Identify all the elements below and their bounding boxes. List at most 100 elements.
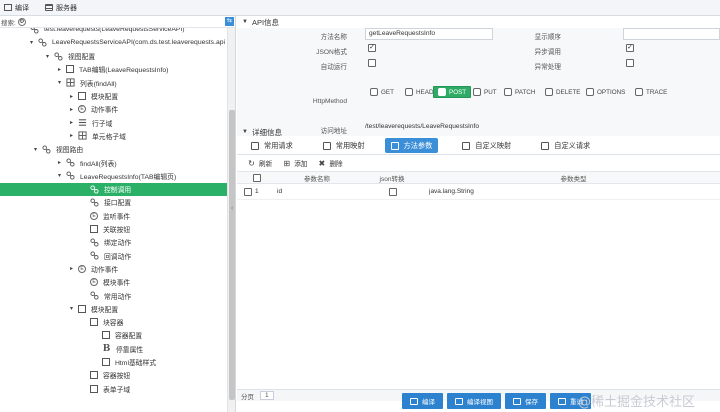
tab-label: 常用映射 — [335, 140, 365, 150]
table-row[interactable]: 1 id java.lang.String — [237, 184, 720, 200]
compile-button[interactable]: 编译 — [402, 393, 443, 409]
expanded-chevron-icon[interactable]: ▾ — [56, 79, 63, 86]
exception-handling-checkbox[interactable] — [626, 59, 634, 67]
method-checkbox[interactable] — [545, 88, 553, 96]
collapsed-chevron-icon[interactable]: ▸ — [56, 66, 63, 73]
refresh-button[interactable]: ↻ 刷新 — [247, 158, 272, 169]
pager-page-1[interactable]: 1 — [260, 391, 274, 400]
tree-item[interactable]: E 监听事件 — [0, 209, 227, 222]
collapsed-chevron-icon[interactable]: ▸ — [68, 265, 75, 272]
tree-item[interactable]: ▸ E 动作事件 — [0, 262, 227, 275]
tree-item[interactable]: 块容器 — [0, 316, 227, 329]
http-method-trace[interactable]: TRACE — [635, 86, 667, 98]
param-type-cell[interactable]: java.lang.String — [427, 188, 720, 195]
expanded-chevron-icon[interactable]: ▾ — [32, 146, 39, 153]
tab-common-mapping[interactable]: 常用映射 — [317, 138, 371, 153]
autorun-checkbox[interactable] — [368, 59, 376, 67]
http-method-head[interactable]: HEAD — [405, 86, 434, 98]
collapsed-chevron-icon[interactable]: ▸ — [56, 159, 63, 166]
tree-item[interactable]: ▾ LeaveRequestsServiceAPI(com.ds.test.lea… — [0, 36, 227, 49]
method-checkbox[interactable] — [473, 88, 481, 96]
tree-item[interactable]: ▸ 单元格子域 — [0, 129, 227, 142]
tab-custom-request[interactable]: 自定义请求 — [535, 138, 596, 153]
method-checkbox[interactable] — [635, 88, 643, 96]
http-method-delete[interactable]: DELETE — [545, 86, 581, 98]
tree-item[interactable]: ▾ 列表(findAll) — [0, 76, 227, 89]
method-checkbox[interactable] — [438, 88, 446, 96]
tree-item[interactable]: Html基础样式 — [0, 356, 227, 369]
tree-item[interactable]: 容器按钮 — [0, 369, 227, 382]
async-call-checkbox[interactable]: ✓ — [626, 44, 634, 52]
tree-item[interactable]: 接口配置 — [0, 196, 227, 209]
http-method-get[interactable]: GET — [370, 86, 394, 98]
add-button[interactable]: ⊞ 添加 — [282, 158, 307, 169]
col-param-name[interactable]: 参数名称 — [277, 173, 357, 183]
tree-item[interactable]: ▾ LeaveRequestsInfo(TAB编辑页) — [0, 169, 227, 182]
method-name-input[interactable]: getLeaveRequestsInfo — [365, 28, 493, 40]
module-icon — [102, 331, 110, 340]
tree-item[interactable]: 绑定动作 — [0, 236, 227, 249]
col-param-type[interactable]: 参数类型 — [427, 173, 720, 183]
tree-scrollbar-thumb[interactable] — [229, 110, 235, 400]
tab-method-params[interactable]: 方法参数 — [384, 138, 439, 153]
server-toolbar-button[interactable]: 服务器 — [45, 3, 77, 13]
method-checkbox[interactable] — [586, 88, 594, 96]
tree-item[interactable]: 回调动作 — [0, 249, 227, 262]
collapsed-chevron-icon[interactable]: ▸ — [68, 132, 75, 139]
tree-item[interactable]: 常用动作 — [0, 289, 227, 302]
http-method-post[interactable]: POST — [433, 86, 472, 98]
expanded-chevron-icon[interactable]: ▾ — [68, 305, 75, 312]
refresh-icon: ↻ — [248, 158, 255, 168]
param-name-cell[interactable]: id — [277, 188, 357, 195]
api-section-header[interactable]: ▼ API信息 — [237, 16, 720, 28]
http-method-patch[interactable]: PATCH — [504, 86, 535, 98]
method-checkbox[interactable] — [504, 88, 512, 96]
http-method-options[interactable]: OPTIONS — [586, 86, 625, 98]
tree-item[interactable]: ▾ 视图路由 — [0, 143, 227, 156]
filter-icon[interactable]: ⇆ — [225, 17, 234, 26]
tree-item-label: 动作事件 — [91, 266, 119, 274]
search-input[interactable] — [25, 17, 225, 26]
json-convert-checkbox[interactable] — [389, 187, 397, 196]
tree-item-label: 动作事件 — [91, 107, 119, 115]
tree-item[interactable]: ▸ findAll(列表) — [0, 156, 227, 169]
select-all-checkbox[interactable] — [253, 173, 261, 182]
expanded-chevron-icon[interactable]: ▾ — [28, 39, 35, 46]
tree-item[interactable]: ▾ 视图配置 — [0, 50, 227, 63]
tree-item[interactable]: test.leaverequests(LeaveRequestsServiceA… — [0, 28, 227, 36]
collapsed-chevron-icon[interactable]: ▸ — [68, 93, 75, 100]
tree-item[interactable]: 容器配置 — [0, 329, 227, 342]
tree-item[interactable]: ▸ 模块配置 — [0, 90, 227, 103]
search-bar: 搜索: ⚙ ⇆ — [0, 16, 235, 28]
tab-custom-mapping[interactable]: 自定义映射 — [456, 138, 517, 153]
col-json-convert[interactable]: json转换 — [357, 173, 427, 183]
tree-item[interactable]: 关联按钮 — [0, 223, 227, 236]
method-checkbox[interactable] — [370, 88, 378, 96]
display-order-input[interactable] — [623, 28, 720, 40]
tree-item[interactable]: B 停靠属性 — [0, 342, 227, 355]
tree-item[interactable]: ▾ 模块配置 — [0, 302, 227, 315]
tree-item[interactable]: ▸ 行子域 — [0, 116, 227, 129]
tree-item[interactable]: E 模块事件 — [0, 276, 227, 289]
tab-common-request[interactable]: 常用请求 — [245, 138, 299, 153]
tree-item-label: 视图路由 — [56, 147, 84, 155]
save-button[interactable]: 保存 — [505, 393, 546, 409]
expanded-chevron-icon[interactable]: ▾ — [44, 53, 51, 60]
row-checkbox[interactable] — [244, 187, 252, 196]
tree-item[interactable]: ▸ E 动作事件 — [0, 103, 227, 116]
panel-splitter-chevron-icon[interactable]: ‹ — [231, 205, 233, 212]
tree-item[interactable]: ▸ TAB编辑(LeaveRequestsInfo) — [0, 63, 227, 76]
compile-toolbar-button[interactable]: 编译 — [4, 3, 29, 13]
collapsed-chevron-icon[interactable]: ▸ — [68, 119, 75, 126]
tree-item[interactable]: 表单子域 — [0, 382, 227, 395]
delete-button[interactable]: ✖ 删除 — [317, 158, 343, 169]
search-gear-icon[interactable]: ⚙ — [17, 17, 26, 26]
compile-view-button[interactable]: 编译视图 — [447, 393, 501, 409]
collapsed-chevron-icon[interactable]: ▸ — [68, 106, 75, 113]
json-format-checkbox[interactable]: ✓ — [368, 44, 376, 52]
expanded-chevron-icon[interactable]: ▾ — [56, 172, 63, 179]
http-method-put[interactable]: PUT — [473, 86, 497, 98]
tree-item[interactable]: 控制调用 — [0, 182, 227, 196]
tree-scrollbar[interactable] — [227, 28, 235, 412]
method-checkbox[interactable] — [405, 88, 413, 96]
